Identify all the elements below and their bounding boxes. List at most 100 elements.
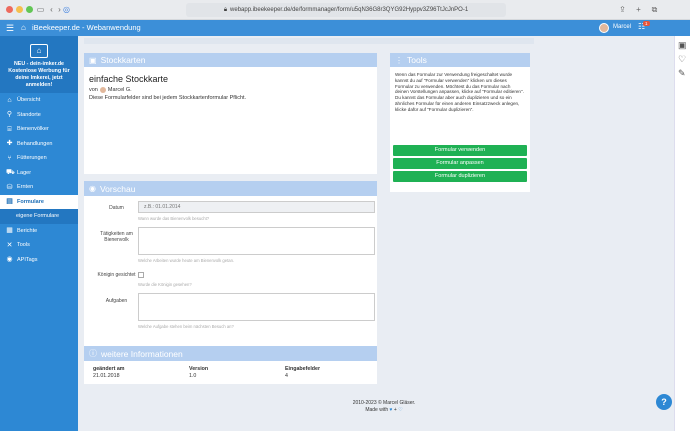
date-label: Datum [109,205,124,211]
mandatory-note: Diese Formularfelder sind bei jedem Stoc… [89,95,247,101]
version-value: 1.0 [189,373,197,379]
maximize-window-dot[interactable] [26,6,33,13]
author-prefix: von [89,87,98,93]
app-logo-icon: ⌂ [21,23,26,32]
sidebar-item-label: Fütterungen [17,155,47,162]
date-input[interactable] [138,201,375,213]
sidebar-item-tools[interactable]: ✕ Tools [0,238,78,253]
info-col-version: Version 1.0 [189,366,208,380]
document-icon: ▣ [89,55,97,65]
author-name[interactable]: Marcel G. [108,87,132,93]
date-help: Wann wurde das Bienenvolk besucht? [138,216,210,221]
share-icon[interactable]: ⇪ [618,5,627,14]
fields-value: 4 [285,373,288,379]
adapt-form-button[interactable]: Formular anpassen [393,158,527,169]
info-header: ⓘ weitere Informationen [84,346,377,361]
api-icon: ◉ [6,256,13,264]
app-title: iBeekeeper.de - Webanwendung [32,23,141,32]
queen-checkbox[interactable] [138,272,144,278]
form-icon: ▤ [6,198,13,206]
treatment-icon: ✚ [6,140,13,148]
tasks-textarea[interactable] [138,293,375,321]
sidebar-item-feedings[interactable]: ⑂ Fütterungen [0,151,78,166]
stockkarten-header: ▣ Stockkarten [84,53,377,67]
tab-overview-icon[interactable]: ⧉ [650,5,659,14]
sidebar-item-label: Berichte [17,227,38,234]
sidebar-item-label: Lager [17,169,32,176]
sidebar-item-label: Formulare [17,198,44,205]
queen-help: Wurde die Königin gesehen? [138,282,192,287]
report-icon: ▦ [6,227,13,235]
sidebar-item-harvests[interactable]: ⛁ Ernten [0,180,78,195]
eye-icon: ◉ [89,184,96,193]
avatar[interactable] [599,23,609,33]
sidebar-item-overview[interactable]: ⌂ Übersicht [0,93,78,108]
tools-description: Wenn das Formular zur Verwendung freiges… [395,72,524,112]
main-content: ▣ Stockkarten einfache Stockkarte von Ma… [78,36,690,431]
app-header: ☰ ⌂ iBeekeeper.de - Webanwendung Marcel … [0,20,690,36]
use-form-button[interactable]: Formular verwenden [393,145,527,156]
save-icon[interactable]: ▣ [678,40,687,51]
sidebar: ⌂ NEU - dein-imker.de Kostenlose Werbung… [0,36,78,431]
author-line: von Marcel G. [89,87,132,93]
new-tab-icon[interactable]: + [634,5,643,14]
made-with-text: Made with [365,407,389,413]
right-utility-bar: ▣ ♡ ✎ [674,36,690,431]
promo-banner[interactable]: ⌂ NEU - dein-imker.de Kostenlose Werbung… [0,36,78,93]
sidebar-item-colonies[interactable]: ⌸ Bienenvölker [0,122,78,137]
bee-icon: ♡ [398,407,403,413]
address-bar[interactable]: 🔒︎ webapp.ibeekeeper.de/de/formmanager/f… [186,3,506,17]
promo-text: NEU - dein-imker.de Kostenlose Werbung f… [8,61,70,88]
sidebar-item-forms[interactable]: ▤ Formulare [0,194,78,209]
sidebar-item-label: APITags [17,256,38,263]
activities-help: Welche Arbeiten wurde heute am Bienenvol… [138,258,235,263]
truck-icon: ⛟ [6,169,15,177]
stockkarten-panel: ▣ Stockkarten einfache Stockkarte von Ma… [84,53,377,174]
help-button[interactable]: ? [656,394,672,410]
info-col-date: geändert am 21.01.2018 [93,366,125,380]
more-vertical-icon: ⋮ [395,55,403,65]
activities-label: Tätigkeiten am Bienenvolk [100,231,133,243]
hive-icon: ⌸ [7,125,12,133]
tasks-label: Aufgaben [105,298,128,304]
activities-textarea[interactable] [138,227,375,255]
queen-label: Königin gesichtet [97,272,136,278]
edit-icon[interactable]: ✎ [678,68,686,79]
info-icon: ⓘ [89,349,97,358]
made-with: Made with ♥ + ♡ [84,407,684,414]
hamburger-icon[interactable]: ☰ [6,23,14,34]
sidebar-item-storage[interactable]: ⛟ Lager [0,166,78,181]
stockkarten-header-label: Stockkarten [100,55,146,65]
tools-header-label: Tools [407,55,427,65]
lock-icon: 🔒︎ [223,6,228,13]
sidebar-item-label: Standorte [17,111,41,118]
tools-panel: ⋮ Tools Wenn das Formular zur Verwendung… [390,53,530,192]
version-label: Version [189,366,209,372]
sidebar-item-label: eigene Formulare [16,213,60,220]
plus-icon: + [393,407,397,413]
preview-header-label: Vorschau [99,183,136,194]
info-col-fields: Eingabefelder 4 [285,366,320,380]
sidebar-item-own-forms[interactable]: eigene Formulare [0,209,78,224]
sidebar-item-treatments[interactable]: ✚ Behandlungen [0,137,78,152]
sidebar-toggle-icon[interactable]: ▭ [36,5,45,14]
sidebar-item-label: Bienenvölker [17,126,49,133]
sidebar-item-reports[interactable]: ▦ Berichte [0,224,78,239]
sidebar-item-label: Übersicht [17,97,41,104]
heart-outline-icon[interactable]: ♡ [678,54,686,65]
close-window-dot[interactable] [6,6,13,13]
tools-buttons: Formular verwenden Formular anpassen For… [393,145,527,184]
sidebar-item-locations[interactable]: ⚲ Standorte [0,108,78,123]
sidebar-item-apitags[interactable]: ◉ APITags [0,253,78,268]
tasks-help: Welche Aufgabe stehen beim nächsten Besu… [138,324,234,329]
sidebar-item-label: Behandlungen [17,140,53,147]
user-name[interactable]: Marcel [613,24,631,30]
top-strip [84,38,534,44]
browser-logo-icon: ◎ [63,5,70,14]
info-panel: ⓘ weitere Informationen geändert am 21.0… [84,346,377,384]
changed-value: 21.01.2018 [93,373,120,379]
duplicate-form-button[interactable]: Formular duplizieren [393,171,527,182]
minimize-window-dot[interactable] [16,6,23,13]
sidebar-item-label: Tools [17,242,30,249]
tools-icon: ✕ [6,241,13,249]
